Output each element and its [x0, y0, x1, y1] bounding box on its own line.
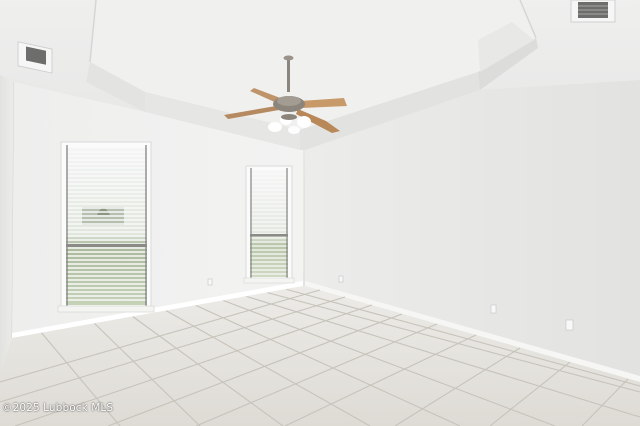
window-left [57, 141, 155, 313]
wall-outlet [565, 319, 574, 331]
air-vent-right [570, 0, 616, 23]
fan-light [297, 116, 311, 128]
wall-outlet [490, 304, 497, 314]
fan-light [288, 126, 300, 134]
wall-outlet [207, 278, 213, 286]
fan-light [268, 122, 282, 132]
watermark: ©2025 Lubbock MLS [2, 402, 114, 414]
window-middle [243, 165, 295, 284]
wall-outlet [338, 275, 344, 283]
room-photo [0, 0, 640, 426]
